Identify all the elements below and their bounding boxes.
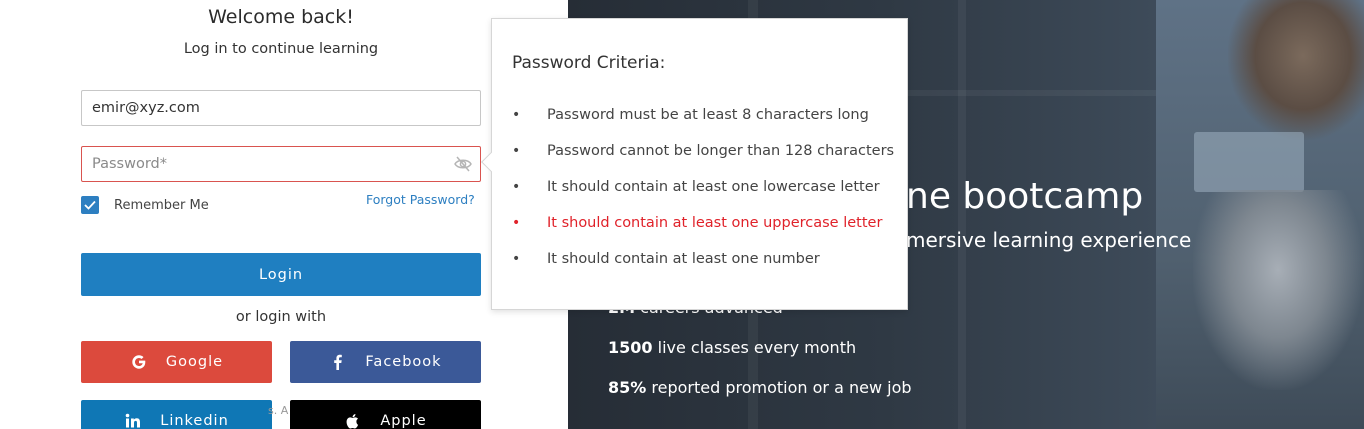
facebook-login-button[interactable]: Facebook [290,341,481,383]
apple-icon [344,412,362,429]
linkedin-label: Linkedin [160,413,229,429]
criteria-item: • Password cannot be longer than 128 char… [512,133,902,169]
criteria-text: It should contain at least one number [547,251,820,267]
google-login-button[interactable]: Google [81,341,272,383]
criteria-item-failed: • It should contain at least one uppercas… [512,205,902,241]
checkmark-icon [84,200,96,210]
remember-me[interactable]: Remember Me [81,196,209,214]
criteria-item: • Password must be at least 8 characters … [512,97,902,133]
facebook-icon [329,353,347,371]
criteria-item: • It should contain at least one lowercas… [512,169,902,205]
criteria-text: Password must be at least 8 characters l… [547,107,869,123]
forgot-password-link[interactable]: Forgot Password? [366,192,475,207]
hero-stat: 85% reported promotion or a new job [608,378,912,397]
bullet: • [512,107,521,123]
remember-checkbox[interactable] [81,196,99,214]
login-button[interactable]: Login [81,253,481,296]
partially-hidden-text: s. A [268,404,289,417]
bullet: • [512,179,521,195]
email-field-wrapper [81,90,481,126]
bullet: • [512,251,521,267]
login-panel: Welcome back! Log in to continue learnin… [0,0,568,429]
hero-heading: ne bootcamp [906,176,1144,217]
google-label: Google [165,354,224,370]
linkedin-icon [124,412,142,429]
remember-label: Remember Me [114,197,209,213]
page-subtitle: Log in to continue learning [183,41,379,57]
password-criteria-list: • Password must be at least 8 characters … [512,97,902,277]
stat-text: reported promotion or a new job [646,378,912,397]
bullet: • [512,143,521,159]
email-field[interactable] [82,91,480,125]
linkedin-login-button[interactable]: Linkedin [81,400,272,429]
hero-stat: 1500 live classes every month [608,338,856,357]
or-login-with-label: or login with [235,309,327,325]
criteria-text: It should contain at least one uppercase… [547,215,883,231]
apple-label: Apple [380,413,427,429]
criteria-text: It should contain at least one lowercase… [547,179,880,195]
hero-photo-person [1228,0,1364,140]
google-icon [130,353,148,371]
hero-photo-laptop [1194,132,1304,192]
password-criteria-popover: Password Criteria: • Password must be at … [481,18,908,310]
password-field[interactable] [82,147,480,181]
stat-text: live classes every month [652,338,857,357]
hero-subheading: mersive learning experience [906,228,1192,252]
page-title: Welcome back! [208,6,354,28]
eye-off-icon[interactable] [454,156,472,172]
criteria-item: • It should contain at least one number [512,241,902,277]
bullet: • [512,215,521,231]
facebook-label: Facebook [365,354,442,370]
stat-value: 85% [608,378,647,397]
hero-photo-person [1193,190,1363,390]
stat-value: 1500 [608,338,653,357]
password-field-wrapper [81,146,481,182]
criteria-text: Password cannot be longer than 128 chara… [547,143,895,159]
password-criteria-title: Password Criteria: [512,53,666,73]
apple-login-button[interactable]: Apple [290,400,481,429]
